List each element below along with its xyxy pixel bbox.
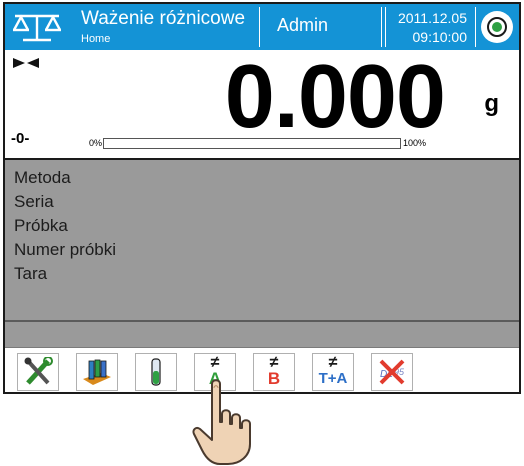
sample-button[interactable] [135, 353, 177, 391]
progress-min-label: 0% [89, 138, 103, 148]
weight-unit[interactable]: g [484, 90, 499, 118]
sample-tubes-icon [83, 359, 111, 385]
info-row-series: Seria [14, 192, 54, 211]
weigh-tare-a-button[interactable]: ≠ T+A [312, 353, 354, 391]
delete-series-button[interactable]: DL 95 [371, 353, 413, 391]
info-row-method: Metoda [14, 168, 71, 187]
header-divider [259, 7, 260, 47]
info-row-sample-number: Numer próbki [14, 240, 117, 259]
time-text: 09:10:00 [412, 29, 468, 45]
single-tube-icon [151, 358, 161, 386]
delete-series-icon: DL 95 [379, 359, 405, 385]
title-bar: Ważenie różnicowe Home Admin 2011.12.05 … [5, 4, 519, 50]
series-button[interactable] [76, 353, 118, 391]
balance-screen: Ważenie różnicowe Home Admin 2011.12.05 … [3, 2, 521, 394]
balance-logo-icon[interactable] [11, 10, 63, 44]
pointing-hand-icon [192, 379, 251, 465]
empty-info-row [5, 322, 519, 347]
zero-indicator: -0- [11, 130, 30, 147]
progress-max-label: 100% [403, 138, 427, 148]
header-divider [475, 7, 476, 47]
header-divider [385, 7, 386, 47]
button-label: T+A [318, 370, 348, 387]
date-text: 2011.12.05 [397, 10, 467, 26]
header-divider [381, 7, 382, 47]
date-time: 2011.12.05 09:10:00 [398, 9, 467, 47]
user-name[interactable]: Admin [277, 15, 328, 36]
load-progress-bar [103, 138, 401, 149]
stability-icon [13, 58, 39, 68]
info-row-tare: Tara [14, 264, 48, 283]
status-ok-icon[interactable] [481, 11, 513, 43]
info-panel[interactable]: Metoda Seria Próbka Numer próbki Tara [5, 160, 519, 320]
info-row-sample: Próbka [14, 216, 68, 235]
settings-tools-icon [24, 357, 53, 385]
mode-title[interactable]: Ważenie różnicowe [81, 8, 245, 30]
profile-name[interactable]: Home [81, 33, 110, 45]
settings-button[interactable] [17, 353, 59, 391]
weighing-display: 0.000 g -0- 0% 100% [5, 47, 519, 160]
weight-value: 0.000 [224, 47, 446, 147]
difference-ta-icon: ≠ T+A [317, 354, 349, 387]
